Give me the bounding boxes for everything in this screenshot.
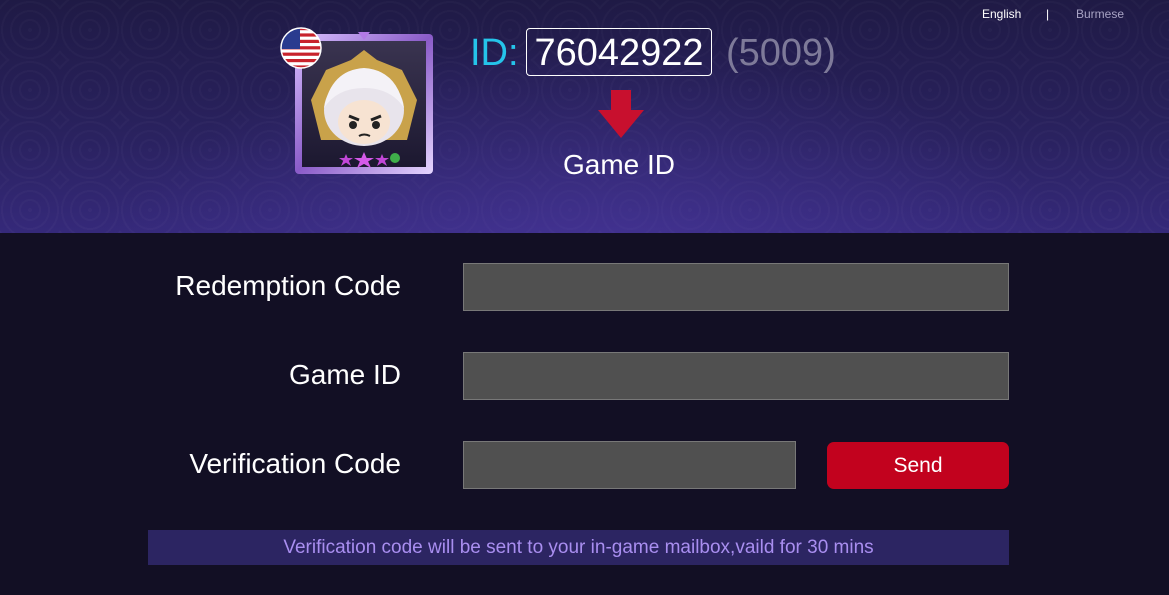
verification-code-label: Verification Code xyxy=(189,448,401,479)
language-separator: | xyxy=(1046,7,1050,21)
verification-code-input[interactable] xyxy=(463,441,796,489)
player-id-value: 76042922 xyxy=(526,28,712,76)
send-button[interactable]: Send xyxy=(827,442,1009,489)
redemption-code-input[interactable] xyxy=(463,263,1009,311)
game-id-input[interactable] xyxy=(463,352,1009,400)
us-flag-icon xyxy=(280,27,322,69)
game-id-label: Game ID xyxy=(288,359,401,390)
language-english-link[interactable]: English xyxy=(982,7,1021,21)
redemption-code-label: Redemption Code xyxy=(175,270,401,301)
player-server-id: (5009) xyxy=(726,32,836,74)
game-id-caption: Game ID xyxy=(563,149,676,180)
verification-notice: Verification code will be sent to your i… xyxy=(148,530,1009,565)
player-id-prefix: ID: xyxy=(470,32,519,74)
down-arrow-icon xyxy=(598,90,644,138)
language-burmese-link[interactable]: Burmese xyxy=(1076,7,1124,21)
